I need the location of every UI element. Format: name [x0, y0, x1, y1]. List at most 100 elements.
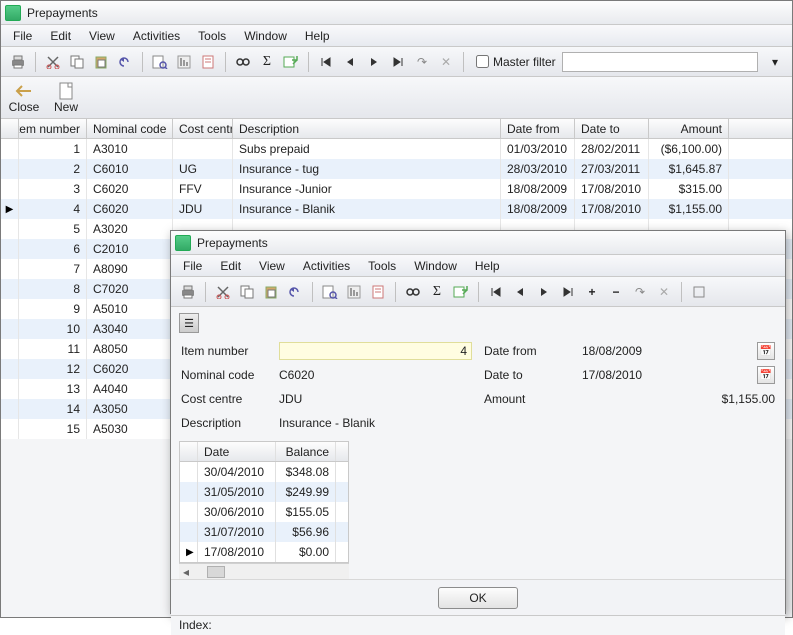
col-item-number[interactable]: Item number — [19, 119, 87, 138]
horizontal-scrollbar[interactable]: ◂ — [179, 563, 349, 579]
report-icon[interactable] — [343, 281, 365, 303]
table-row[interactable]: 31/07/2010$56.96 — [180, 522, 348, 542]
calendar-icon[interactable]: 📅 — [757, 342, 775, 360]
main-titlebar[interactable]: Prepayments — [1, 1, 792, 25]
menu-window[interactable]: Window — [236, 27, 295, 45]
cut-icon[interactable] — [212, 281, 234, 303]
close-button[interactable]: Close — [7, 80, 41, 116]
nav-first-icon[interactable] — [485, 281, 507, 303]
field-description[interactable]: Insurance - Blanik — [279, 414, 472, 432]
table-row[interactable]: 31/05/2010$249.99 — [180, 482, 348, 502]
table-row[interactable]: 3C6020FFVInsurance -Junior18/08/200917/0… — [1, 179, 792, 199]
table-row[interactable]: 1A3010Subs prepaid01/03/201028/02/2011($… — [1, 139, 792, 159]
calculator-icon[interactable]: ☰ — [179, 313, 199, 333]
sum-icon[interactable]: Σ — [256, 51, 278, 73]
label-item-number: Item number — [181, 344, 273, 358]
scroll-thumb[interactable] — [207, 566, 225, 578]
main-menubar: File Edit View Activities Tools Window H… — [1, 25, 792, 47]
nav-last-icon[interactable] — [387, 51, 409, 73]
grid-header: Item number Nominal code Cost centre Des… — [1, 119, 792, 139]
detail-title: Prepayments — [197, 236, 268, 250]
ok-button[interactable]: OK — [438, 587, 518, 609]
table-row[interactable]: 30/04/2010$348.08 — [180, 462, 348, 482]
nav-cancel-icon[interactable]: ✕ — [435, 51, 457, 73]
col-date-to[interactable]: Date to — [575, 119, 649, 138]
col-date-from[interactable]: Date from — [501, 119, 575, 138]
menu-edit[interactable]: Edit — [212, 257, 249, 275]
new-button[interactable]: New — [49, 80, 83, 116]
master-filter-checkbox[interactable]: Master filter — [476, 55, 556, 69]
master-filter-input[interactable] — [562, 52, 758, 72]
preview-icon[interactable] — [149, 51, 171, 73]
filter-dropdown-icon[interactable]: ▾ — [764, 51, 786, 73]
extra-icon[interactable] — [688, 281, 710, 303]
nav-prev-icon[interactable] — [339, 51, 361, 73]
table-row[interactable]: 2C6010UGInsurance - tug28/03/201027/03/2… — [1, 159, 792, 179]
field-cost-centre[interactable]: JDU — [279, 390, 472, 408]
field-date-from[interactable]: 18/08/2009 — [582, 342, 751, 360]
find-icon[interactable] — [232, 51, 254, 73]
menu-activities[interactable]: Activities — [125, 27, 188, 45]
detail-titlebar[interactable]: Prepayments — [171, 231, 785, 255]
app-icon — [175, 235, 191, 251]
menu-window[interactable]: Window — [406, 257, 465, 275]
cut-icon[interactable] — [42, 51, 64, 73]
undo-icon[interactable] — [114, 51, 136, 73]
paste-icon[interactable] — [90, 51, 112, 73]
scroll-left-icon[interactable]: ◂ — [179, 565, 193, 579]
table-row[interactable]: ▶4C6020JDUInsurance - Blanik18/08/200917… — [1, 199, 792, 219]
menu-tools[interactable]: Tools — [360, 257, 404, 275]
field-amount[interactable]: $1,155.00 — [582, 390, 775, 408]
col-amount[interactable]: Amount — [649, 119, 729, 138]
form-icon[interactable] — [367, 281, 389, 303]
export-icon[interactable] — [450, 281, 472, 303]
menu-file[interactable]: File — [175, 257, 210, 275]
nav-next-icon[interactable] — [363, 51, 385, 73]
export-icon[interactable] — [280, 51, 302, 73]
detail-toolbar: Σ + − ↷ ✕ — [171, 277, 785, 307]
form-icon[interactable] — [197, 51, 219, 73]
sum-icon[interactable]: Σ — [426, 281, 448, 303]
nav-next-icon[interactable] — [533, 281, 555, 303]
nav-last-icon[interactable] — [557, 281, 579, 303]
label-date-to: Date to — [484, 368, 576, 382]
nav-first-icon[interactable] — [315, 51, 337, 73]
calendar-icon[interactable]: 📅 — [757, 366, 775, 384]
label-date-from: Date from — [484, 344, 576, 358]
menu-file[interactable]: File — [5, 27, 40, 45]
add-icon[interactable]: + — [581, 281, 603, 303]
field-item-number[interactable]: 4 — [279, 342, 472, 360]
main-toolbar: Σ ↷ ✕ Master filter ▾ — [1, 47, 792, 77]
field-date-to[interactable]: 17/08/2010 — [582, 366, 751, 384]
menu-help[interactable]: Help — [297, 27, 338, 45]
balance-grid: Date Balance 30/04/2010$348.0831/05/2010… — [179, 441, 349, 563]
col-description[interactable]: Description — [233, 119, 501, 138]
nav-refresh-icon[interactable]: ↷ — [629, 281, 651, 303]
menu-view[interactable]: View — [81, 27, 123, 45]
nav-prev-icon[interactable] — [509, 281, 531, 303]
copy-icon[interactable] — [236, 281, 258, 303]
menu-help[interactable]: Help — [467, 257, 508, 275]
col-nominal-code[interactable]: Nominal code — [87, 119, 173, 138]
find-icon[interactable] — [402, 281, 424, 303]
print-icon[interactable] — [177, 281, 199, 303]
menu-activities[interactable]: Activities — [295, 257, 358, 275]
table-row[interactable]: ▶17/08/2010$0.00 — [180, 542, 348, 562]
col-balance[interactable]: Balance — [276, 442, 336, 461]
print-icon[interactable] — [7, 51, 29, 73]
report-icon[interactable] — [173, 51, 195, 73]
menu-view[interactable]: View — [251, 257, 293, 275]
paste-icon[interactable] — [260, 281, 282, 303]
menu-tools[interactable]: Tools — [190, 27, 234, 45]
menu-edit[interactable]: Edit — [42, 27, 79, 45]
col-cost-centre[interactable]: Cost centre — [173, 119, 233, 138]
nav-cancel-icon[interactable]: ✕ — [653, 281, 675, 303]
remove-icon[interactable]: − — [605, 281, 627, 303]
copy-icon[interactable] — [66, 51, 88, 73]
preview-icon[interactable] — [319, 281, 341, 303]
undo-icon[interactable] — [284, 281, 306, 303]
col-date[interactable]: Date — [198, 442, 276, 461]
field-nominal-code[interactable]: C6020 — [279, 366, 472, 384]
table-row[interactable]: 30/06/2010$155.05 — [180, 502, 348, 522]
nav-refresh-icon[interactable]: ↷ — [411, 51, 433, 73]
